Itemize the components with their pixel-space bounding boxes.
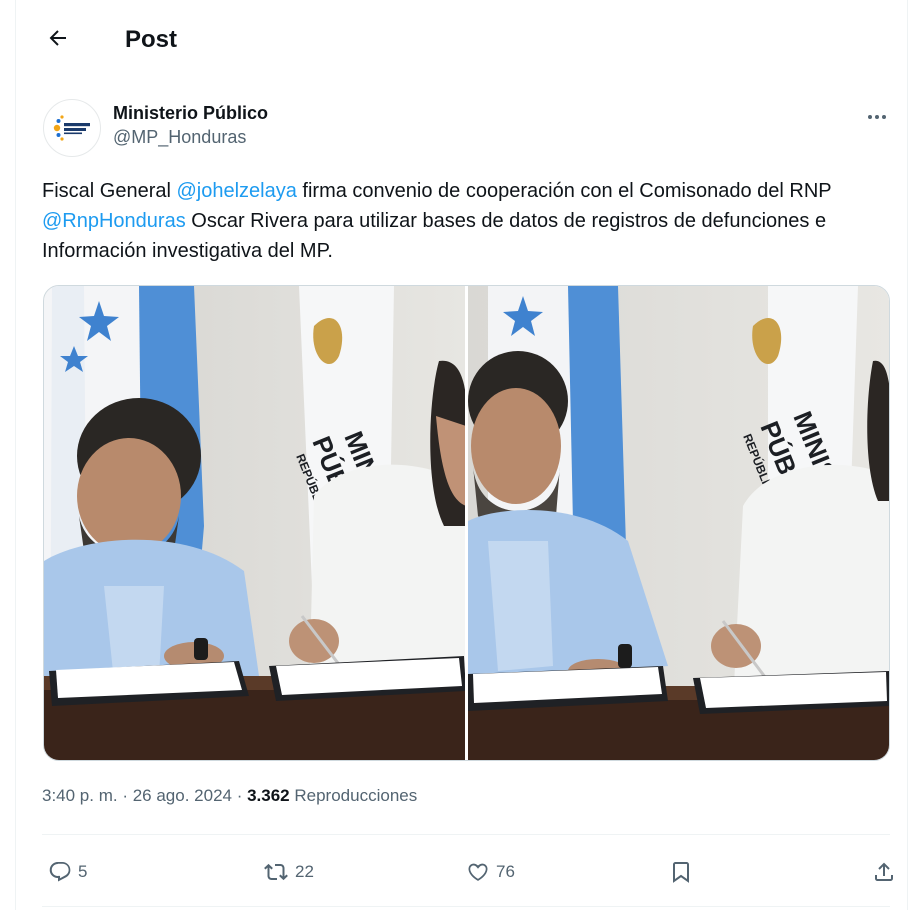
heart-icon — [466, 860, 490, 884]
reply-button[interactable]: 5 — [48, 852, 87, 892]
like-button[interactable]: 76 — [466, 852, 515, 892]
meta-separator: · — [231, 786, 248, 805]
ministerio-publico-logo — [46, 102, 98, 154]
tweet-text-segment: Fiscal General — [42, 180, 177, 202]
arrow-left-icon — [46, 26, 70, 55]
avatar[interactable] — [43, 99, 101, 157]
photo-signing-left[interactable]: MINIS PÚBL REPÚBLICA DE — [44, 286, 465, 760]
post-time[interactable]: 3:40 p. m. — [42, 786, 118, 805]
post-meta: 3:40 p. m. · 26 ago. 2024 · 3.362 Reprod… — [42, 786, 417, 806]
views-label: Reproducciones — [294, 786, 418, 805]
page-title: Post — [125, 26, 178, 53]
divider — [42, 906, 890, 907]
mention-link-rnphonduras[interactable]: @RnpHonduras — [42, 210, 186, 232]
divider — [42, 834, 890, 835]
signing-photo-image: MINIS PÚBL REPÚBLICA DE — [468, 286, 889, 760]
views-count: 3.362 — [247, 786, 290, 805]
mention-link-johelzelaya[interactable]: @johelzelaya — [177, 180, 297, 202]
author-name[interactable]: Ministerio Público — [113, 103, 268, 124]
action-bar: 5 22 76 — [42, 852, 893, 892]
meta-separator: · — [117, 786, 133, 805]
share-icon — [872, 860, 896, 884]
post-detail-column: Post Ministerio Público @MP_Honduras Fis… — [15, 0, 908, 910]
reply-count: 5 — [78, 862, 88, 881]
back-button[interactable] — [40, 22, 76, 58]
bookmark-icon — [669, 860, 693, 884]
author-handle[interactable]: @MP_Honduras — [113, 127, 246, 148]
tweet-text: Fiscal General @johelzelaya firma conven… — [42, 176, 892, 266]
like-count: 76 — [496, 862, 515, 881]
tweet-text-segment: firma convenio de cooperación con el Com… — [296, 180, 832, 202]
photo-signing-right[interactable]: MINIS PÚBL REPÚBLICA DE — [468, 286, 889, 760]
more-options-button[interactable] — [862, 104, 892, 128]
repost-count: 22 — [295, 862, 314, 881]
bookmark-button[interactable] — [669, 852, 693, 892]
more-horizontal-icon — [867, 107, 887, 125]
post-date[interactable]: 26 ago. 2024 — [133, 786, 232, 805]
reply-icon — [48, 860, 72, 884]
repost-icon — [263, 860, 289, 884]
post-header: Post — [16, 0, 909, 80]
signing-photo-image: MINIS PÚBL REPÚBLICA DE — [44, 286, 465, 760]
repost-button[interactable]: 22 — [263, 852, 314, 892]
media-grid: MINIS PÚBL REPÚBLICA DE — [43, 285, 890, 761]
share-button[interactable] — [872, 852, 896, 892]
